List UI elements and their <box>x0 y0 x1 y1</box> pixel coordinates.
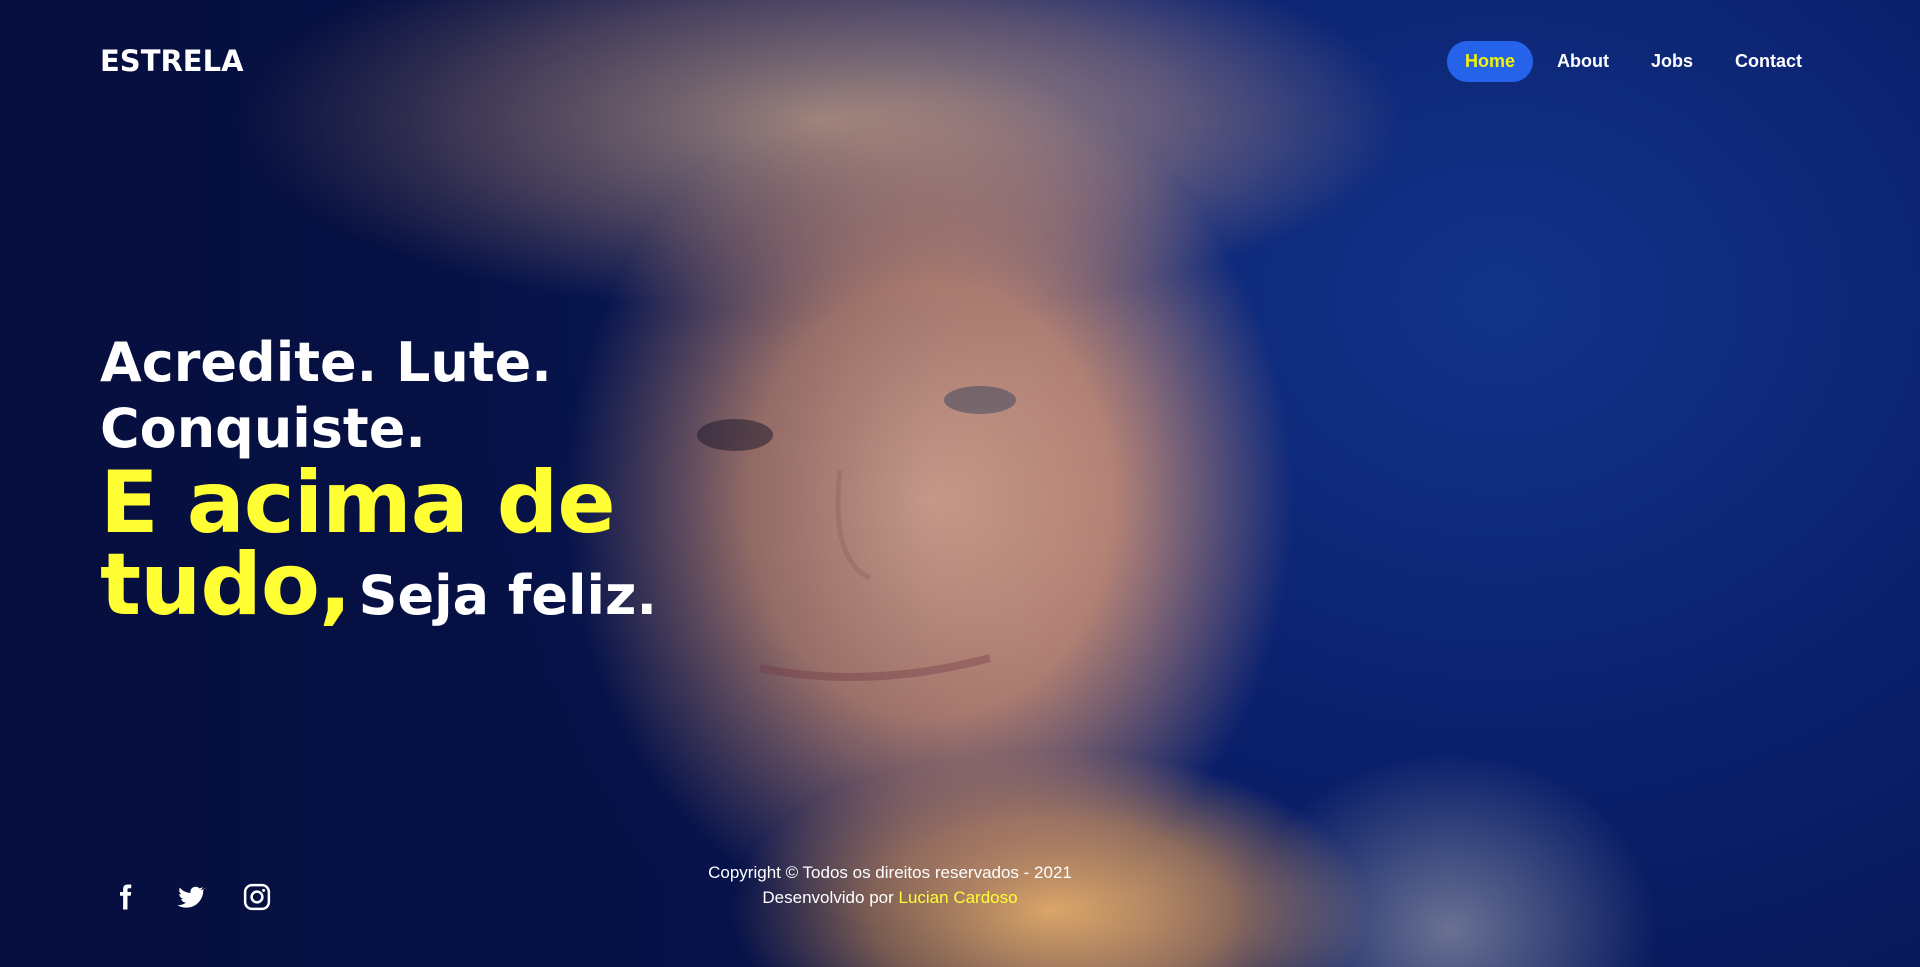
author-link[interactable]: Lucian Cardoso <box>899 888 1018 907</box>
nav-home[interactable]: Home <box>1446 40 1533 82</box>
headline-suffix: Seja feliz. <box>358 564 658 627</box>
copyright-text: Copyright © Todos os direitos reservados… <box>708 863 1072 882</box>
site-footer: Copyright © Todos os direitos reservados… <box>0 860 1780 910</box>
site-logo[interactable]: ESTRELA <box>100 44 244 78</box>
site-header: ESTRELA Home About Jobs Contact <box>100 38 1820 84</box>
headline-line-3: E acima de <box>100 453 616 553</box>
main-nav: Home About Jobs Contact <box>1446 40 1820 82</box>
headline-line-4: tudo, Seja feliz. <box>100 542 780 637</box>
hero-headline: Acredite. Lute. Conquiste. E acima de tu… <box>100 330 780 637</box>
headline-highlight: tudo, <box>100 535 352 635</box>
headline-line-1: Acredite. Lute. <box>100 331 552 394</box>
nav-about[interactable]: About <box>1539 41 1627 82</box>
developer-label: Desenvolvido por <box>762 888 894 907</box>
nav-jobs[interactable]: Jobs <box>1633 41 1711 82</box>
nav-contact[interactable]: Contact <box>1717 41 1820 82</box>
developer-credit: Desenvolvido por Lucian Cardoso <box>0 885 1780 910</box>
